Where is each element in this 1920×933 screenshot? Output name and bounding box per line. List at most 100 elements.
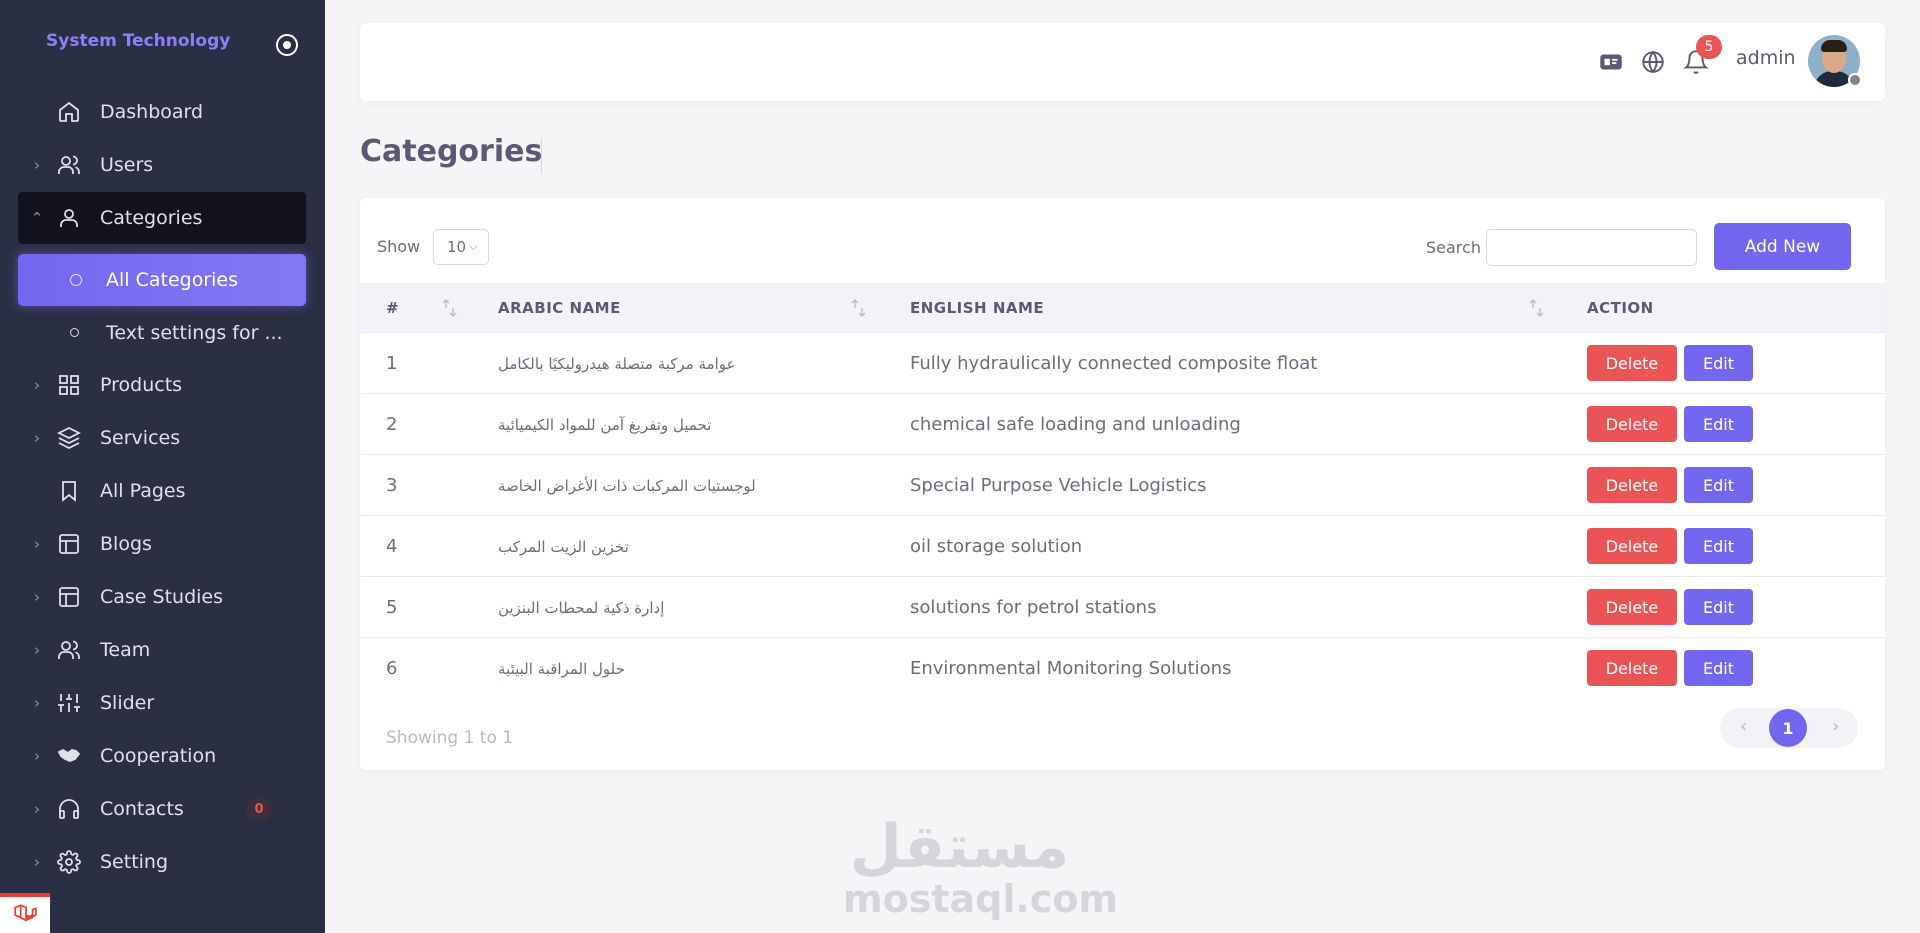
sidebar-item-all-pages[interactable]: All Pages [18,465,306,517]
sidebar-item-label: Blogs [100,533,152,555]
sidebar-subitem-label: All Categories [106,269,239,291]
sidebar-subitem-all-categories[interactable]: All Categories [18,254,306,306]
delete-button[interactable]: Delete [1587,650,1677,686]
delete-button[interactable]: Delete [1587,528,1677,564]
search-input[interactable] [1486,229,1697,266]
mostaql-watermark: مستقل mostaql.com [843,812,1118,919]
cell-index: 2 [386,414,398,435]
user-icon [56,205,82,231]
chevron-right-icon: › [34,694,40,712]
delete-button[interactable]: Delete [1587,406,1677,442]
edit-button[interactable]: Edit [1684,589,1753,625]
user-name[interactable]: admin [1736,47,1796,69]
delete-button[interactable]: Delete [1587,345,1677,381]
topbar: 5 admin [360,23,1885,101]
page-size-select[interactable]: 10 ⌵ [433,229,489,265]
sidebar-item-label: Services [100,427,181,449]
table-header: # ARABIC NAME ENGLISH NAME ACTION [360,283,1885,333]
globe-icon[interactable] [1640,49,1666,75]
edit-button[interactable]: Edit [1684,345,1753,381]
edit-button[interactable]: Edit [1684,650,1753,686]
sidebar-item-users[interactable]: › Users [18,139,306,191]
sidebar-item-case-studies[interactable]: › Case Studies [18,571,306,623]
cell-arabic-name: إدارة ذكية لمحطات البنزين [498,599,665,617]
cell-index: 4 [386,536,398,557]
chevron-left-icon[interactable]: ‹ [1740,716,1747,737]
sidebar-item-setting[interactable]: › Setting [18,836,306,888]
cell-english-name: Fully hydraulically connected composite … [910,353,1318,374]
chevron-right-icon: › [34,588,40,606]
table-row: 2 تحميل وتفريغ آمن للمواد الكيميائية che… [360,394,1885,455]
sidebar-item-slider[interactable]: › Slider [18,677,306,729]
table-row: 3 لوجستيات المركبات ذات الأغراض الخاصة S… [360,455,1885,516]
id-card-icon[interactable] [1598,49,1624,75]
sidebar-item-blogs[interactable]: › Blogs [18,518,306,570]
cell-english-name: oil storage solution [910,536,1083,557]
show-entries-label: Show [377,237,421,256]
brand-name[interactable]: System Technology [46,31,230,51]
edit-button[interactable]: Edit [1684,406,1753,442]
chevron-right-icon: › [34,156,40,174]
sidebar-item-cooperation[interactable]: › Cooperation [18,730,306,782]
watermark-arabic: مستقل [849,812,1070,882]
bookmark-icon [56,478,82,504]
sidebar-subitem-text-settings[interactable]: Text settings for ... [18,307,306,359]
sidebar-item-label: Contacts [100,798,184,820]
chevron-down-icon: ⌵ [469,239,479,253]
sidebar-item-label: Categories [100,207,203,229]
sidebar: System Technology Dashboard › Users ⌃ Ca… [0,0,325,933]
sort-icon[interactable] [440,296,460,320]
chevron-right-icon: › [34,641,40,659]
sort-icon[interactable] [849,296,869,320]
pagination-info: Showing 1 to 1 [386,728,514,748]
column-header-arabic-name[interactable]: ARABIC NAME [498,299,621,317]
sidebar-item-label: All Pages [100,480,186,502]
layout-icon [56,531,82,557]
add-new-button[interactable]: Add New [1714,223,1851,270]
edit-button[interactable]: Edit [1684,528,1753,564]
cell-arabic-name: تخزين الزيت المركب [498,538,629,556]
sidebar-item-label: Team [100,639,151,661]
pagination: ‹ 1 › [1720,708,1858,748]
layout-icon [56,584,82,610]
cell-english-name: chemical safe loading and unloading [910,414,1241,435]
edit-button[interactable]: Edit [1684,467,1753,503]
search-label: Search [1426,238,1481,257]
sidebar-toggle-icon[interactable] [276,34,298,56]
page-button-current[interactable]: 1 [1769,709,1807,747]
cell-arabic-name: تحميل وتفريغ آمن للمواد الكيميائية [498,416,712,434]
cell-arabic-name: عوامة مركبة متصلة هيدروليكيًا بالكامل [498,355,736,373]
sidebar-item-products[interactable]: › Products [18,359,306,411]
categories-card: Show 10 ⌵ Search Add New # ARABIC NAME E… [360,198,1885,770]
cell-index: 1 [386,353,398,374]
home-icon [56,99,82,125]
sort-icon[interactable] [1527,296,1547,320]
sidebar-item-contacts[interactable]: › Contacts 0 [18,783,306,835]
delete-button[interactable]: Delete [1587,467,1677,503]
chevron-up-icon: ⌃ [30,209,44,227]
gear-icon [56,849,82,875]
chevron-right-icon: › [34,800,40,818]
chevron-right-icon: › [34,535,40,553]
sidebar-item-team[interactable]: › Team [18,624,306,676]
sidebar-item-label: Products [100,374,183,396]
chevron-right-icon[interactable]: › [1832,716,1839,737]
contacts-count-badge: 0 [246,798,272,820]
column-header-english-name[interactable]: ENGLISH NAME [910,299,1044,317]
users-icon [56,637,82,663]
handshake-icon [56,743,82,769]
chevron-right-icon: › [34,429,40,447]
sidebar-item-services[interactable]: › Services [18,412,306,464]
delete-button[interactable]: Delete [1587,589,1677,625]
cell-english-name: Environmental Monitoring Solutions [910,658,1232,679]
sidebar-item-label: Slider [100,692,155,714]
cell-english-name: Special Purpose Vehicle Logistics [910,475,1207,496]
cell-arabic-name: لوجستيات المركبات ذات الأغراض الخاصة [498,477,756,495]
laravel-logo-icon[interactable] [0,893,50,933]
sidebar-item-dashboard[interactable]: Dashboard [18,86,306,138]
sidebar-item-categories[interactable]: ⌃ Categories [18,192,306,244]
cell-index: 5 [386,597,398,618]
grid-icon [56,372,82,398]
column-header-index[interactable]: # [386,299,399,317]
headphones-icon [56,796,82,822]
